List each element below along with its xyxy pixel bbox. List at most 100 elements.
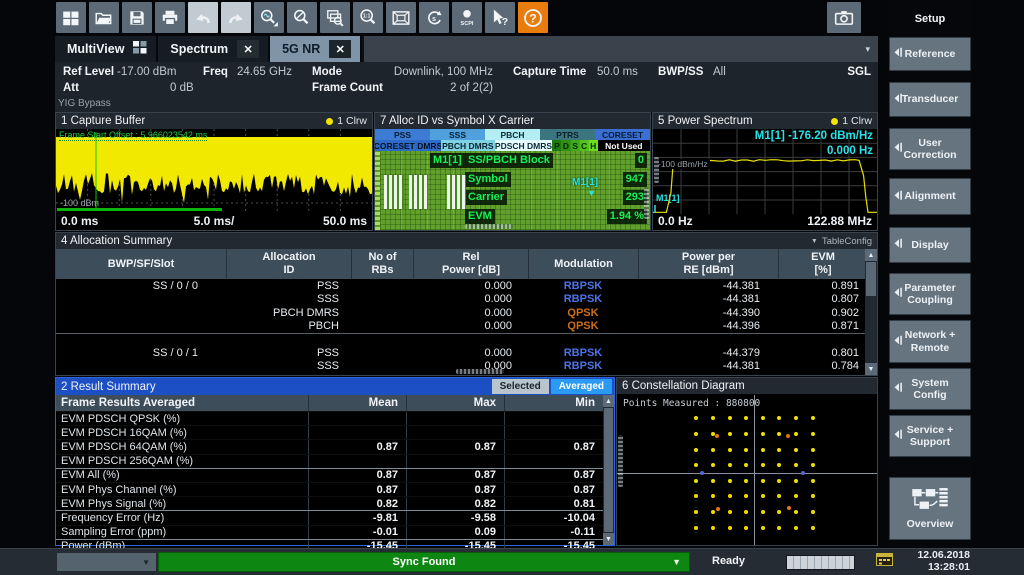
sync-status-bar[interactable]: Sync Found ▼ xyxy=(158,552,690,572)
tab-multiview[interactable]: MultiView xyxy=(55,36,158,62)
column-header[interactable]: Min xyxy=(504,395,603,411)
scroll-hint-vertical[interactable] xyxy=(654,157,659,183)
table-row[interactable]: EVM PDSCH 16QAM (%) xyxy=(56,425,603,439)
alloc-legend-row-1: PSSSSSPBCHPTRSCORESET xyxy=(375,129,650,140)
table-cell: -44.379 xyxy=(638,347,778,359)
table-cell: 0.807 xyxy=(778,293,867,305)
capture-buffer-trace-badge[interactable]: 1 Clrw xyxy=(326,115,367,127)
context-help-button[interactable]: ? xyxy=(485,2,515,33)
view-tab-averaged[interactable]: Averaged xyxy=(551,379,612,394)
zoom-selection-button[interactable] xyxy=(254,2,284,33)
help-button[interactable]: ? xyxy=(518,2,548,33)
status-message-dropdown[interactable]: ▼ xyxy=(57,553,156,571)
table-row[interactable]: SSS0.000RBPSK-44.3810.807 xyxy=(56,293,867,307)
scrollbar-thumb[interactable] xyxy=(866,262,876,296)
allocation-summary-title-bar: 4 Allocation Summary ▼ TableConfig xyxy=(56,233,877,249)
softkey-network-remote[interactable]: Network + Remote xyxy=(889,320,971,363)
camera-button[interactable] xyxy=(827,2,861,33)
table-row[interactable]: EVM All (%)0.870.870.87 xyxy=(56,468,603,482)
save-button[interactable] xyxy=(122,2,152,33)
result-summary-scrollbar[interactable]: ▲ ▼ xyxy=(603,395,614,545)
refresh-sequence-button[interactable]: s xyxy=(419,2,449,33)
scroll-down-icon[interactable]: ▼ xyxy=(603,533,614,545)
capture-time-value[interactable]: 50.0 ms xyxy=(597,66,638,78)
svg-text:1:1: 1:1 xyxy=(363,13,371,19)
power-spectrum-trace-badge[interactable]: 1 Clrw xyxy=(831,115,872,127)
power-spectrum-plot[interactable]: M1[1] -176.20 dBm/Hz 0.000 Hz -100 dBm/H… xyxy=(653,129,877,214)
bwp-ss-value[interactable]: All xyxy=(713,66,726,78)
overview-button[interactable]: Overview xyxy=(889,477,971,540)
table-row[interactable]: PBCH DMRS0.000QPSK-44.3900.902 xyxy=(56,306,867,320)
constellation-point xyxy=(728,510,732,514)
softkey-reference[interactable]: Reference xyxy=(889,37,971,71)
constellation-plot[interactable]: Points Measured : 880800 xyxy=(617,395,877,545)
softkey-parameter-coupling[interactable]: Parameter Coupling xyxy=(889,273,971,315)
table-row[interactable]: SS / 0 / 1PSS0.000RBPSK-44.3790.801 xyxy=(56,346,867,360)
allocation-summary-scrollbar[interactable]: ▲ ▼ xyxy=(865,249,877,375)
constellation-point xyxy=(777,448,781,452)
scroll-hint-vertical[interactable] xyxy=(644,187,649,219)
softkey-display[interactable]: Display xyxy=(889,227,971,263)
scroll-hint-horizontal[interactable] xyxy=(465,224,513,229)
constellation-point xyxy=(728,479,732,483)
open-file-button[interactable] xyxy=(89,2,119,33)
softkey-alignment[interactable]: Alignment xyxy=(889,178,971,215)
scroll-down-icon[interactable]: ▼ xyxy=(865,363,877,375)
table-row[interactable]: EVM Phys Signal (%)0.820.820.81 xyxy=(56,496,603,510)
softkey-user-correction[interactable]: User Correction xyxy=(889,128,971,170)
scroll-hint-vertical[interactable] xyxy=(618,435,623,487)
marker-m1-label[interactable]: M1[1] xyxy=(656,193,680,203)
table-row[interactable]: PBCH0.000QPSK-44.3960.871 xyxy=(56,320,867,334)
view-tab-selected[interactable]: Selected xyxy=(492,379,549,394)
column-header[interactable]: Modulation xyxy=(528,249,638,279)
softkey-system-config[interactable]: System Config xyxy=(889,368,971,410)
marker-m1-arrow[interactable]: ▼ xyxy=(587,188,596,198)
print-button[interactable] xyxy=(155,2,185,33)
column-header[interactable]: Rel Power [dB] xyxy=(413,249,528,279)
softkey-service-support[interactable]: Service + Support xyxy=(889,415,971,457)
att-value[interactable]: 0 dB xyxy=(170,82,194,94)
column-header[interactable]: BWP/SF/Slot xyxy=(56,249,226,279)
table-row[interactable]: SS / 0 / 0PSS0.000RBPSK-44.3810.891 xyxy=(56,279,867,293)
softkey-label: Reference xyxy=(905,48,956,61)
tab-spectrum[interactable]: Spectrum✕ xyxy=(158,36,270,62)
column-header[interactable]: Power per RE [dBm] xyxy=(638,249,778,279)
zoom-off-button[interactable] xyxy=(287,2,317,33)
zoom-1-1-button[interactable]: 1:1 xyxy=(353,2,383,33)
table-row[interactable]: EVM Phys Channel (%)0.870.870.87 xyxy=(56,482,603,496)
windows-logo-button[interactable] xyxy=(56,2,86,33)
mode-value[interactable]: Downlink, 100 MHz xyxy=(355,66,493,78)
table-cell: 0.87 xyxy=(308,469,406,482)
table-row[interactable]: EVM PDSCH QPSK (%) xyxy=(56,411,603,425)
column-header[interactable]: Frame Results Averaged xyxy=(56,397,308,409)
tab-bar-overflow[interactable]: ▾ xyxy=(364,36,878,62)
table-row[interactable]: Frequency Error (Hz)-9.81-9.58-10.04 xyxy=(56,510,603,524)
table-row[interactable]: EVM PDSCH 256QAM (%) xyxy=(56,454,603,468)
close-tab-icon[interactable]: ✕ xyxy=(237,40,259,58)
column-header[interactable]: Allocation ID xyxy=(226,249,351,279)
table-cell: EVM Phys Signal (%) xyxy=(56,498,308,510)
tab-5g-nr[interactable]: 5G NR✕ xyxy=(270,36,362,62)
column-header[interactable]: No of RBs xyxy=(351,249,413,279)
column-header[interactable]: Mean xyxy=(308,395,406,411)
scrollbar-thumb[interactable] xyxy=(604,408,613,532)
capture-buffer-plot[interactable]: Frame Start Offset : 5.966023542 ms -100… xyxy=(56,129,372,214)
freq-value[interactable]: 24.65 GHz xyxy=(237,66,292,78)
softkey-transducer[interactable]: Transducer xyxy=(889,82,971,117)
multi-zoom-button[interactable] xyxy=(320,2,350,33)
scroll-up-icon[interactable]: ▲ xyxy=(603,395,614,407)
table-row[interactable]: Sampling Error (ppm)-0.010.09-0.11 xyxy=(56,525,603,539)
setup-menu-title[interactable]: Setup xyxy=(889,4,971,33)
table-config-button[interactable]: ▼ TableConfig xyxy=(811,236,872,247)
scroll-hint-horizontal[interactable] xyxy=(456,369,504,374)
column-header[interactable]: Max xyxy=(406,395,504,411)
alloc-resource-grid[interactable]: M1[1]SS/PBCH Block0Symbol947Carrier293EV… xyxy=(375,151,650,230)
alloc-readout-value: 947 xyxy=(623,172,647,187)
scpi-recorder-button[interactable]: SCPI xyxy=(452,2,482,33)
scroll-up-icon[interactable]: ▲ xyxy=(865,249,877,261)
ref-level-value[interactable]: -17.00 dBm xyxy=(117,66,176,78)
close-tab-icon[interactable]: ✕ xyxy=(329,40,351,58)
table-row[interactable]: EVM PDSCH 64QAM (%)0.870.870.87 xyxy=(56,439,603,453)
fullscreen-button[interactable] xyxy=(386,2,416,33)
column-header[interactable]: EVM [%] xyxy=(778,249,867,279)
